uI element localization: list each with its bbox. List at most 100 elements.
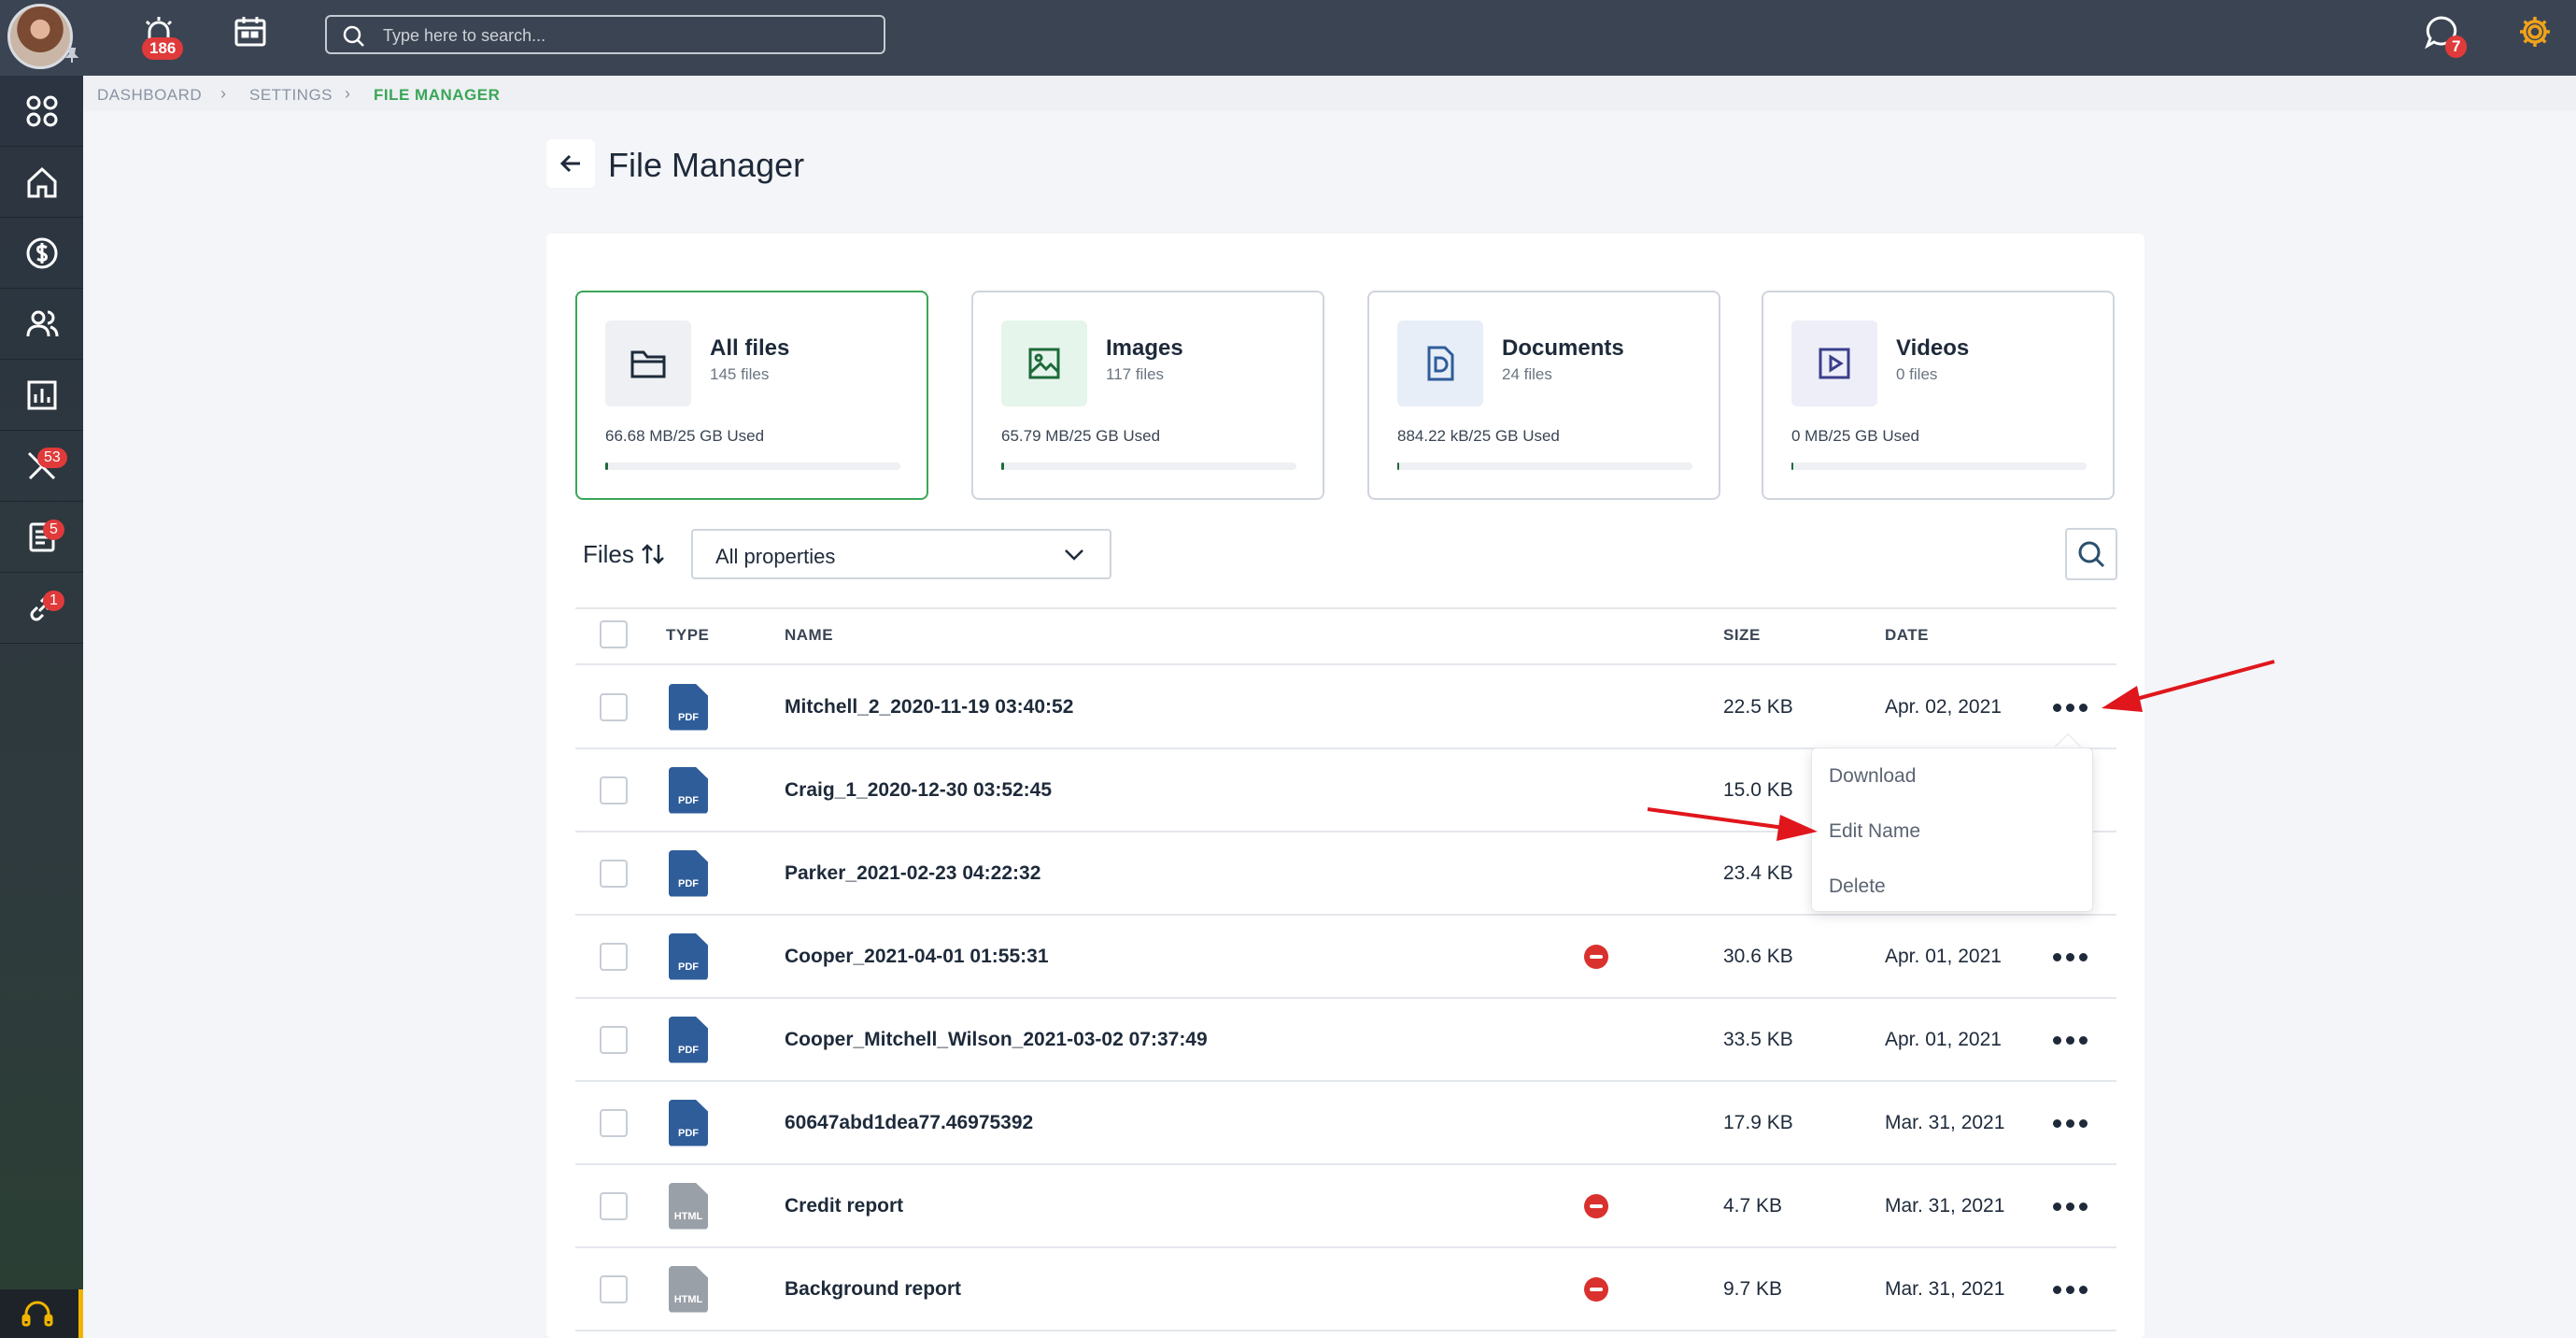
column-name[interactable]: NAME — [785, 626, 833, 645]
file-type-label: PDF — [678, 1044, 699, 1056]
more-actions-icon[interactable] — [2051, 1118, 2088, 1131]
file-name[interactable]: 60647abd1dea77.46975392 — [785, 1112, 1033, 1134]
sidebar-item-reports[interactable] — [0, 360, 83, 431]
column-size[interactable]: SIZE — [1723, 626, 1761, 645]
menu-download[interactable]: Download — [1829, 765, 1916, 788]
sidebar-item-billing[interactable] — [0, 218, 83, 289]
file-name[interactable]: Cooper_2021-04-01 01:55:31 — [785, 946, 1049, 968]
row-checkbox[interactable] — [600, 859, 628, 888]
column-date[interactable]: DATE — [1885, 626, 1929, 645]
file-type-label: HTML — [673, 1293, 703, 1305]
select-value: All properties — [715, 545, 836, 568]
row-checkbox[interactable] — [600, 942, 628, 971]
stat-usage-text: 66.68 MB/25 GB Used — [605, 427, 765, 445]
files-sort-label[interactable]: Files — [583, 540, 665, 569]
users-icon — [26, 310, 58, 336]
gear-icon[interactable] — [2516, 13, 2554, 50]
row-divider — [575, 1080, 2116, 1082]
breadcrumb-settings[interactable]: SETTINGS — [249, 86, 333, 105]
select-all-checkbox[interactable] — [600, 620, 628, 648]
file-name[interactable]: Credit report — [785, 1195, 903, 1217]
usage-bar — [1791, 463, 2087, 470]
stat-documents[interactable]: Documents 24 files 884.22 kB/25 GB Used — [1367, 291, 1720, 500]
row-checkbox[interactable] — [600, 692, 628, 721]
pdf-file-icon: PDF — [669, 1099, 708, 1146]
html-file-icon: HTML — [669, 1182, 708, 1230]
documents-badge: 5 — [43, 520, 64, 540]
usage-bar — [1001, 463, 1296, 470]
search-icon — [2078, 541, 2105, 568]
video-icon — [1791, 320, 1877, 406]
sidebar-item-home[interactable] — [0, 147, 83, 218]
file-date: Apr. 01, 2021 — [1885, 1028, 2002, 1050]
headset-icon — [21, 1301, 53, 1327]
pdf-file-icon: PDF — [669, 683, 708, 731]
chart-icon — [27, 380, 56, 409]
file-name[interactable]: Background report — [785, 1278, 961, 1301]
file-type-label: PDF — [678, 794, 699, 806]
file-name[interactable]: Cooper_Mitchell_Wilson_2021-03-02 07:37:… — [785, 1029, 1208, 1051]
row-divider — [575, 1246, 2116, 1248]
file-size: 17.9 KB — [1723, 1111, 1793, 1133]
file-name[interactable]: Craig_1_2020-12-30 03:52:45 — [785, 779, 1052, 802]
file-size: 33.5 KB — [1723, 1028, 1793, 1050]
messages-badge: 7 — [2445, 36, 2468, 58]
home-icon — [27, 166, 56, 197]
row-checkbox[interactable] — [600, 1274, 628, 1303]
sidebar-item-documents[interactable] — [0, 502, 83, 573]
stat-videos[interactable]: Videos 0 files 0 MB/25 GB Used — [1762, 291, 2115, 500]
properties-select[interactable]: All properties — [691, 529, 1111, 579]
file-size: 9.7 KB — [1723, 1277, 1783, 1300]
pdf-file-icon: PDF — [669, 849, 708, 897]
links-badge: 1 — [43, 591, 64, 611]
usage-bar-fill — [1791, 463, 1793, 470]
stat-count: 145 files — [710, 365, 770, 383]
file-date: Mar. 31, 2021 — [1885, 1111, 2005, 1133]
sort-icon — [642, 544, 665, 564]
stat-title: All files — [710, 335, 790, 361]
file-date: Mar. 31, 2021 — [1885, 1194, 2005, 1217]
sidebar-item-users[interactable] — [0, 289, 83, 360]
breadcrumb-separator: › — [220, 84, 226, 103]
file-size: 30.6 KB — [1723, 945, 1793, 967]
usage-bar — [605, 463, 900, 470]
support-button[interactable] — [0, 1289, 83, 1338]
row-checkbox[interactable] — [600, 776, 628, 804]
row-checkbox[interactable] — [600, 1025, 628, 1054]
row-divider — [575, 914, 2116, 916]
table-search-button[interactable] — [2065, 528, 2117, 580]
stat-images[interactable]: Images 117 files 65.79 MB/25 GB Used — [971, 291, 1324, 500]
file-name[interactable]: Parker_2021-02-23 04:22:32 — [785, 862, 1040, 885]
more-actions-icon[interactable] — [2051, 1035, 2088, 1047]
stat-count: 24 files — [1502, 365, 1552, 383]
column-type[interactable]: TYPE — [666, 626, 709, 645]
menu-delete[interactable]: Delete — [1829, 875, 1886, 898]
more-actions-icon[interactable] — [2051, 1285, 2088, 1297]
more-actions-icon[interactable] — [2051, 703, 2088, 715]
more-actions-icon[interactable] — [2051, 1202, 2088, 1214]
file-type-label: PDF — [678, 961, 699, 973]
sidebar-item-links[interactable] — [0, 573, 83, 644]
back-button[interactable] — [546, 139, 595, 188]
breadcrumb-dashboard[interactable]: DASHBOARD — [97, 86, 202, 105]
more-actions-icon[interactable] — [2051, 952, 2088, 964]
sidebar-item-apps[interactable] — [0, 76, 83, 147]
row-checkbox[interactable] — [600, 1108, 628, 1137]
grid-icon — [26, 95, 57, 126]
pin-icon — [64, 47, 80, 64]
chevron-down-icon — [1065, 549, 1083, 561]
file-type-label: PDF — [678, 711, 699, 723]
calendar-icon[interactable] — [232, 13, 269, 50]
file-date: Mar. 31, 2021 — [1885, 1277, 2005, 1300]
stat-all-files[interactable]: All files 145 files 66.68 MB/25 GB Used — [575, 291, 928, 500]
file-name[interactable]: Mitchell_2_2020-11-19 03:40:52 — [785, 696, 1073, 719]
pdf-file-icon: PDF — [669, 766, 708, 814]
folder-icon — [605, 320, 691, 406]
search-icon — [343, 25, 364, 47]
alerts-badge: 186 — [142, 37, 184, 60]
search-input[interactable]: Type here to search... — [325, 15, 885, 54]
row-divider — [575, 1163, 2116, 1165]
menu-edit-name[interactable]: Edit Name — [1829, 820, 1920, 843]
row-checkbox[interactable] — [600, 1191, 628, 1220]
stat-usage-text: 0 MB/25 GB Used — [1791, 427, 1920, 445]
